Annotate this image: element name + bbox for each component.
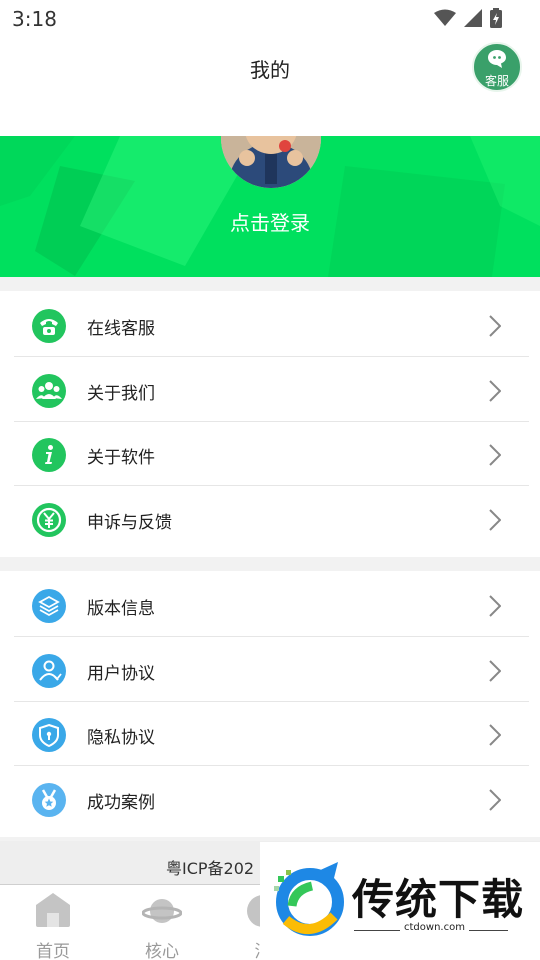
menu-item-success-cases[interactable]: 成功案例 xyxy=(14,767,529,831)
chat-bubble-icon xyxy=(488,50,506,68)
menu-group-secondary: 版本信息 用户协议 隐私协议 成功案例 xyxy=(0,571,540,837)
shield-icon xyxy=(32,718,66,752)
planet-icon xyxy=(142,899,182,923)
watermark-overlay: 传统下载 ctdown.com xyxy=(260,842,540,960)
menu-item-about-software[interactable]: 关于软件 xyxy=(14,422,529,486)
chevron-right-icon xyxy=(489,660,501,682)
profile-banner: 点击登录 xyxy=(0,136,540,277)
watermark-url: ctdown.com xyxy=(400,922,469,933)
tab-home[interactable]: 首页 xyxy=(23,891,83,960)
layers-icon xyxy=(32,589,66,623)
status-bar: 3:18 xyxy=(0,0,540,36)
info-icon xyxy=(32,438,66,472)
wifi-icon xyxy=(434,9,456,31)
menu-item-version-info[interactable]: 版本信息 xyxy=(14,573,529,637)
chevron-right-icon xyxy=(489,380,501,402)
menu-item-label: 关于我们 xyxy=(87,384,155,404)
menu-item-label: 在线客服 xyxy=(87,319,155,339)
yen-cycle-icon xyxy=(32,503,66,537)
chevron-right-icon xyxy=(489,509,501,531)
menu-item-about-us[interactable]: 关于我们 xyxy=(14,358,529,422)
user-icon xyxy=(32,654,66,688)
top-bar: 我的 xyxy=(0,36,540,136)
menu-group-primary: 在线客服 关于我们 关于软件 申诉与反馈 xyxy=(0,291,540,557)
icp-text[interactable]: 粤ICP备202 xyxy=(166,855,254,879)
medal-icon xyxy=(32,783,66,817)
watermark-brand: 传统下载 xyxy=(352,875,525,924)
menu-item-label: 版本信息 xyxy=(87,599,155,619)
menu-item-label: 隐私协议 xyxy=(87,728,155,748)
people-icon xyxy=(32,374,66,408)
home-icon xyxy=(36,893,70,927)
chevron-right-icon xyxy=(489,444,501,466)
customer-service-label: 客服 xyxy=(484,74,509,88)
battery-icon xyxy=(490,8,502,32)
chevron-right-icon xyxy=(489,789,501,811)
menu-item-privacy-policy[interactable]: 隐私协议 xyxy=(14,702,529,766)
ctdown-logo xyxy=(274,862,344,936)
menu-item-user-agreement[interactable]: 用户协议 xyxy=(14,638,529,702)
menu-item-label: 用户协议 xyxy=(87,664,155,684)
page-title: 我的 xyxy=(250,58,290,82)
menu-item-online-service[interactable]: 在线客服 xyxy=(14,293,529,357)
menu-item-label: 关于软件 xyxy=(87,448,155,468)
chevron-right-icon xyxy=(489,724,501,746)
menu-item-label: 成功案例 xyxy=(87,793,155,813)
chevron-right-icon xyxy=(489,315,501,337)
login-prompt[interactable]: 点击登录 xyxy=(0,207,540,236)
menu-item-label: 申诉与反馈 xyxy=(87,513,172,533)
status-icons xyxy=(434,8,502,32)
cell-signal-icon xyxy=(464,9,482,31)
menu-item-feedback[interactable]: 申诉与反馈 xyxy=(14,487,529,551)
phone-icon xyxy=(32,309,66,343)
tab-label: 首页 xyxy=(36,942,70,960)
tab-core[interactable]: 核心 xyxy=(132,891,192,960)
status-time: 3:18 xyxy=(12,7,57,31)
customer-service-button[interactable]: 客服 xyxy=(472,42,522,92)
tab-label: 核心 xyxy=(145,942,179,960)
chevron-right-icon xyxy=(489,595,501,617)
